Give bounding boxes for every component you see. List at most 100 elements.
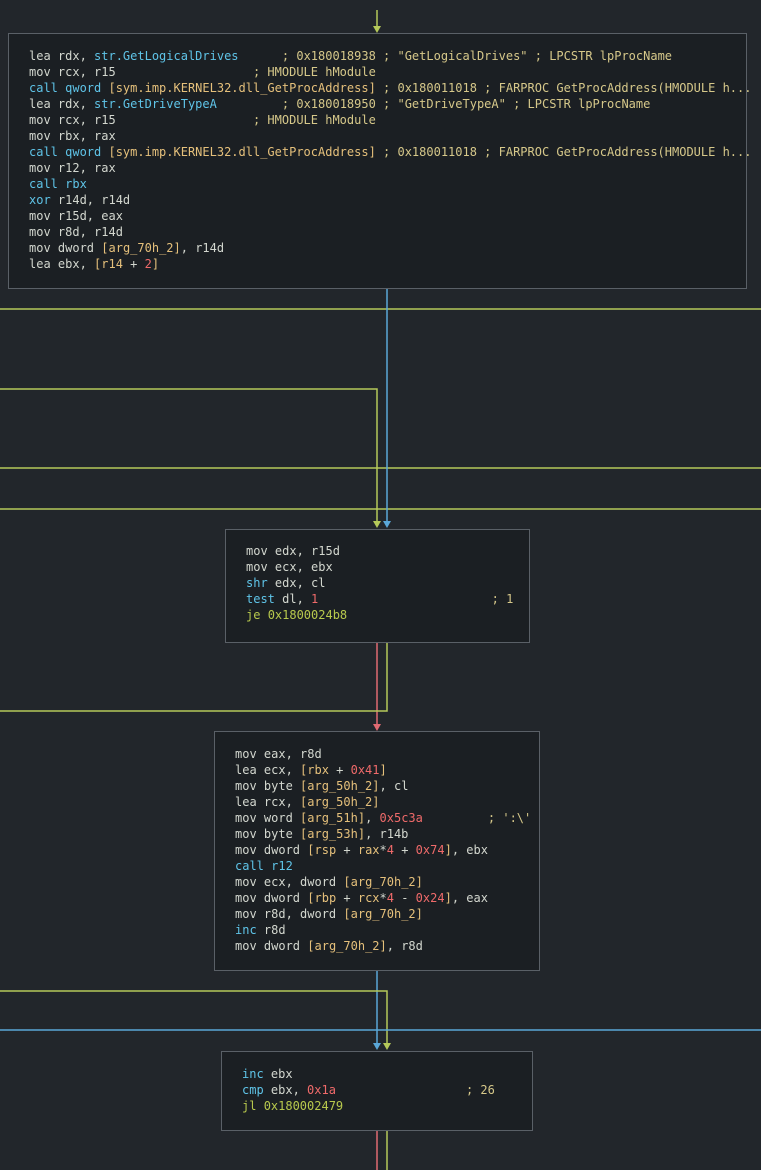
arrow-head [383, 1043, 391, 1050]
basic-block-3[interactable]: inc ebx cmp ebx, 0x1a ; 26 jl 0x180002479 [221, 1051, 533, 1131]
asm-line[interactable]: mov r8d, dword [arg_70h_2] [235, 906, 531, 922]
asm-token: ; 0x180018950 ; "GetDriveTypeA" ; LPCSTR… [281, 97, 651, 111]
asm-token: r14d, r14d [57, 193, 131, 207]
asm-line[interactable]: lea ecx, [rbx + 0x41] [235, 762, 531, 778]
asm-line[interactable]: lea ebx, [r14 + 2] [29, 256, 751, 272]
asm-token: , cl [379, 779, 409, 793]
asm-token: ; ':\' [487, 811, 532, 825]
asm-line[interactable]: mov eax, r8d [235, 746, 531, 762]
asm-line[interactable]: call qword [sym.imp.KERNEL32.dll_GetProc… [29, 80, 751, 96]
asm-line[interactable]: mov r15d, eax [29, 208, 751, 224]
asm-line[interactable]: mov rcx, r15 ; HMODULE hModule [29, 112, 751, 128]
asm-line[interactable]: mov dword [arg_70h_2], r14d [29, 240, 751, 256]
asm-token: r8d, r14d [57, 225, 123, 239]
asm-token: mov [235, 875, 264, 889]
asm-token: [arg_70h_2] [307, 939, 387, 953]
asm-token: rcx, r15 [57, 65, 116, 79]
asm-token: [arg_51h] [300, 811, 366, 825]
asm-token: ] [444, 891, 452, 905]
asm-token: , r14b [365, 827, 409, 841]
asm-token: 0x41 [350, 763, 380, 777]
asm-token: [rbp [307, 891, 344, 905]
asm-token: call [29, 145, 66, 159]
asm-line[interactable]: mov r12, rax [29, 160, 751, 176]
asm-token: rcx, r15 [57, 113, 116, 127]
asm-line[interactable]: call qword [sym.imp.KERNEL32.dll_GetProc… [29, 144, 751, 160]
arrow-head [383, 521, 391, 528]
asm-token: [sym.imp.KERNEL32.dll_GetProcAddress] [108, 81, 376, 95]
asm-line[interactable]: lea rdx, str.GetLogicalDrives ; 0x180018… [29, 48, 751, 64]
asm-line[interactable]: inc r8d [235, 922, 531, 938]
asm-line[interactable]: mov dword [rsp + rax*4 + 0x74], ebx [235, 842, 531, 858]
asm-token: 0x1800024b8 [267, 608, 348, 622]
asm-token: rcx [357, 891, 380, 905]
asm-line[interactable]: lea rcx, [arg_50h_2] [235, 794, 531, 810]
asm-line[interactable]: shr edx, cl [246, 575, 513, 591]
asm-line[interactable]: mov r8d, r14d [29, 224, 751, 240]
basic-block-1[interactable]: mov edx, r15d mov ecx, ebx shr edx, cl test… [225, 529, 530, 643]
asm-token: rdx, [57, 49, 95, 63]
asm-line[interactable]: lea rdx, str.GetDriveTypeA ; 0x180018950… [29, 96, 751, 112]
asm-token: byte [263, 779, 301, 793]
asm-token: * [379, 891, 387, 905]
asm-line[interactable]: call r12 [235, 858, 531, 874]
asm-line[interactable]: mov edx, r15d [246, 543, 513, 559]
asm-line[interactable]: mov dword [rbp + rcx*4 - 0x24], eax [235, 890, 531, 906]
asm-line[interactable]: xor r14d, r14d [29, 192, 751, 208]
asm-token: dword [263, 843, 308, 857]
asm-token: rax [357, 843, 380, 857]
asm-token: dword [263, 939, 308, 953]
asm-line[interactable]: mov dword [arg_70h_2], r8d [235, 938, 531, 954]
asm-token: je [246, 608, 268, 622]
asm-token: qword [65, 145, 109, 159]
asm-token: edx, cl [274, 576, 326, 590]
basic-block-0[interactable]: lea rdx, str.GetLogicalDrives ; 0x180018… [8, 33, 751, 289]
asm-token: [arg_70h_2] [343, 875, 423, 889]
asm-line[interactable]: jl 0x180002479 [242, 1098, 495, 1114]
basic-block-2[interactable]: mov eax, r8d lea ecx, [rbx + 0x41] mov byt… [214, 731, 540, 971]
asm-line[interactable]: mov rcx, r15 ; HMODULE hModule [29, 64, 751, 80]
asm-token: 4 [386, 891, 402, 905]
asm-token: 0x5c3a [379, 811, 423, 825]
asm-token: ecx, ebx [274, 560, 333, 574]
asm-line[interactable]: mov word [arg_51h], 0x5c3a ; ':\' [235, 810, 531, 826]
asm-token: rbx, rax [57, 129, 116, 143]
arrow-head [373, 1043, 381, 1050]
asm-token: ecx, [263, 763, 301, 777]
asm-token: 0x1a [307, 1083, 336, 1097]
asm-token: dword [263, 891, 308, 905]
asm-token: mov [235, 811, 264, 825]
asm-token: 0x24 [415, 891, 445, 905]
asm-token: r15d, eax [57, 209, 123, 223]
asm-token: , r14d [180, 241, 225, 255]
asm-line[interactable]: inc ebx [242, 1066, 495, 1082]
asm-line[interactable]: call rbx [29, 176, 751, 192]
asm-line[interactable]: je 0x1800024b8 [246, 607, 513, 623]
asm-token: mov [29, 161, 58, 175]
asm-token: , eax [451, 891, 488, 905]
asm-token: ; HMODULE hModule [252, 113, 376, 127]
asm-token: mov [235, 891, 264, 905]
asm-line[interactable]: cmp ebx, 0x1a ; 26 [242, 1082, 495, 1098]
asm-token: dl, [282, 592, 312, 606]
asm-token: mov [29, 65, 58, 79]
asm-token: word [263, 811, 301, 825]
arrow-head [373, 521, 381, 528]
asm-line[interactable]: mov byte [arg_50h_2], cl [235, 778, 531, 794]
asm-token: mov [235, 779, 264, 793]
asm-line[interactable]: mov ecx, dword [arg_70h_2] [235, 874, 531, 890]
asm-token: ; 0x180011018 ; FARPROC GetProcAddress(H… [375, 145, 752, 159]
asm-token: lea [235, 763, 264, 777]
asm-token: rbx [65, 177, 87, 191]
asm-line[interactable]: mov rbx, rax [29, 128, 751, 144]
asm-token: test [246, 592, 283, 606]
asm-token: 0x74 [415, 843, 445, 857]
asm-token: r8d, dword [263, 907, 344, 921]
asm-line[interactable]: mov byte [arg_53h], r14b [235, 826, 531, 842]
asm-line[interactable]: test dl, 1 ; 1 [246, 591, 513, 607]
asm-token: 4 [386, 843, 402, 857]
asm-token: [rsp [307, 843, 344, 857]
asm-line[interactable]: mov ecx, ebx [246, 559, 513, 575]
asm-token [318, 592, 491, 606]
asm-token: inc [242, 1067, 271, 1081]
